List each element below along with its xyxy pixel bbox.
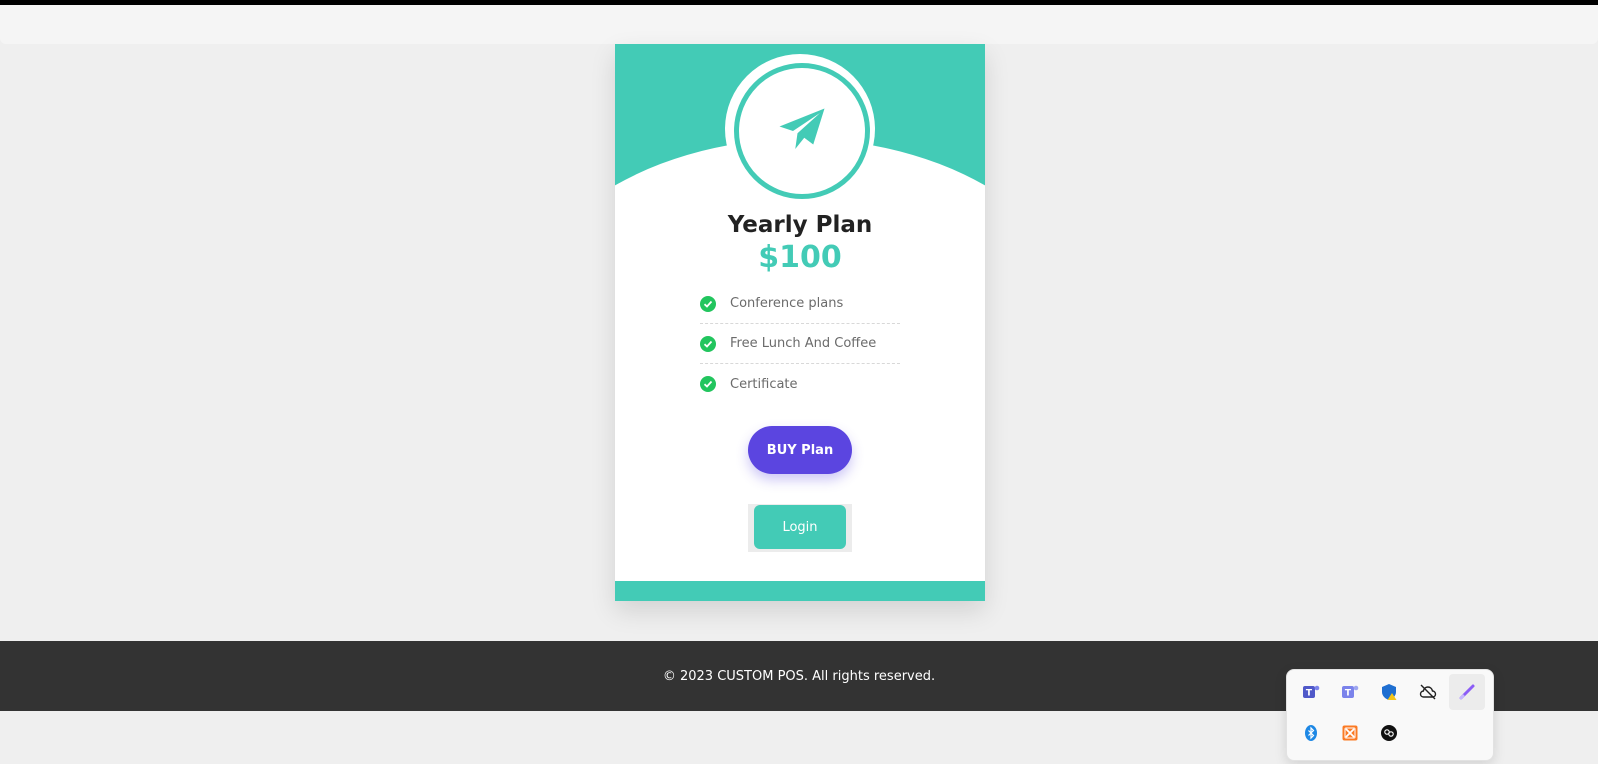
- buy-plan-button[interactable]: BUY Plan: [748, 426, 852, 474]
- feature-item: Conference plans: [700, 284, 900, 324]
- plan-icon-circle: [734, 63, 870, 199]
- feature-item: Free Lunch And Coffee: [700, 324, 900, 364]
- app-icon[interactable]: [1371, 715, 1407, 751]
- bluetooth-icon[interactable]: [1293, 715, 1329, 751]
- feature-label: Conference plans: [730, 296, 844, 311]
- feature-label: Certificate: [730, 376, 798, 392]
- login-button-wrapper: Login: [748, 504, 852, 552]
- plan-price: $100: [758, 240, 842, 275]
- shield-warning-icon[interactable]: [1371, 674, 1407, 710]
- pen-icon[interactable]: [1449, 674, 1485, 710]
- feature-list: Conference plans Free Lunch And Coffee C…: [700, 284, 900, 404]
- login-button[interactable]: Login: [754, 505, 846, 549]
- pricing-card: Yearly Plan $100 Conference plans Free L…: [615, 44, 985, 601]
- paper-plane-icon: [779, 108, 825, 149]
- check-circle-icon: [700, 295, 716, 312]
- svg-text:T: T: [1345, 689, 1352, 699]
- svg-text:T: T: [1306, 689, 1313, 699]
- feature-label: Free Lunch And Coffee: [730, 336, 877, 351]
- system-tray-overflow: T T: [1286, 669, 1494, 761]
- teams-icon[interactable]: T: [1332, 674, 1368, 710]
- check-circle-icon: [700, 376, 716, 392]
- copyright-text: © 2023 CUSTOM POS. All rights reserved.: [662, 668, 936, 684]
- xampp-icon[interactable]: [1332, 715, 1368, 751]
- top-navbar: [0, 5, 1598, 44]
- feature-item: Certificate: [700, 364, 900, 404]
- plan-title: Yearly Plan: [727, 212, 873, 238]
- card-footer-bar: [615, 581, 985, 601]
- cloud-offline-icon[interactable]: [1410, 674, 1446, 710]
- teams-icon[interactable]: T: [1293, 674, 1329, 710]
- check-circle-icon: [700, 335, 716, 352]
